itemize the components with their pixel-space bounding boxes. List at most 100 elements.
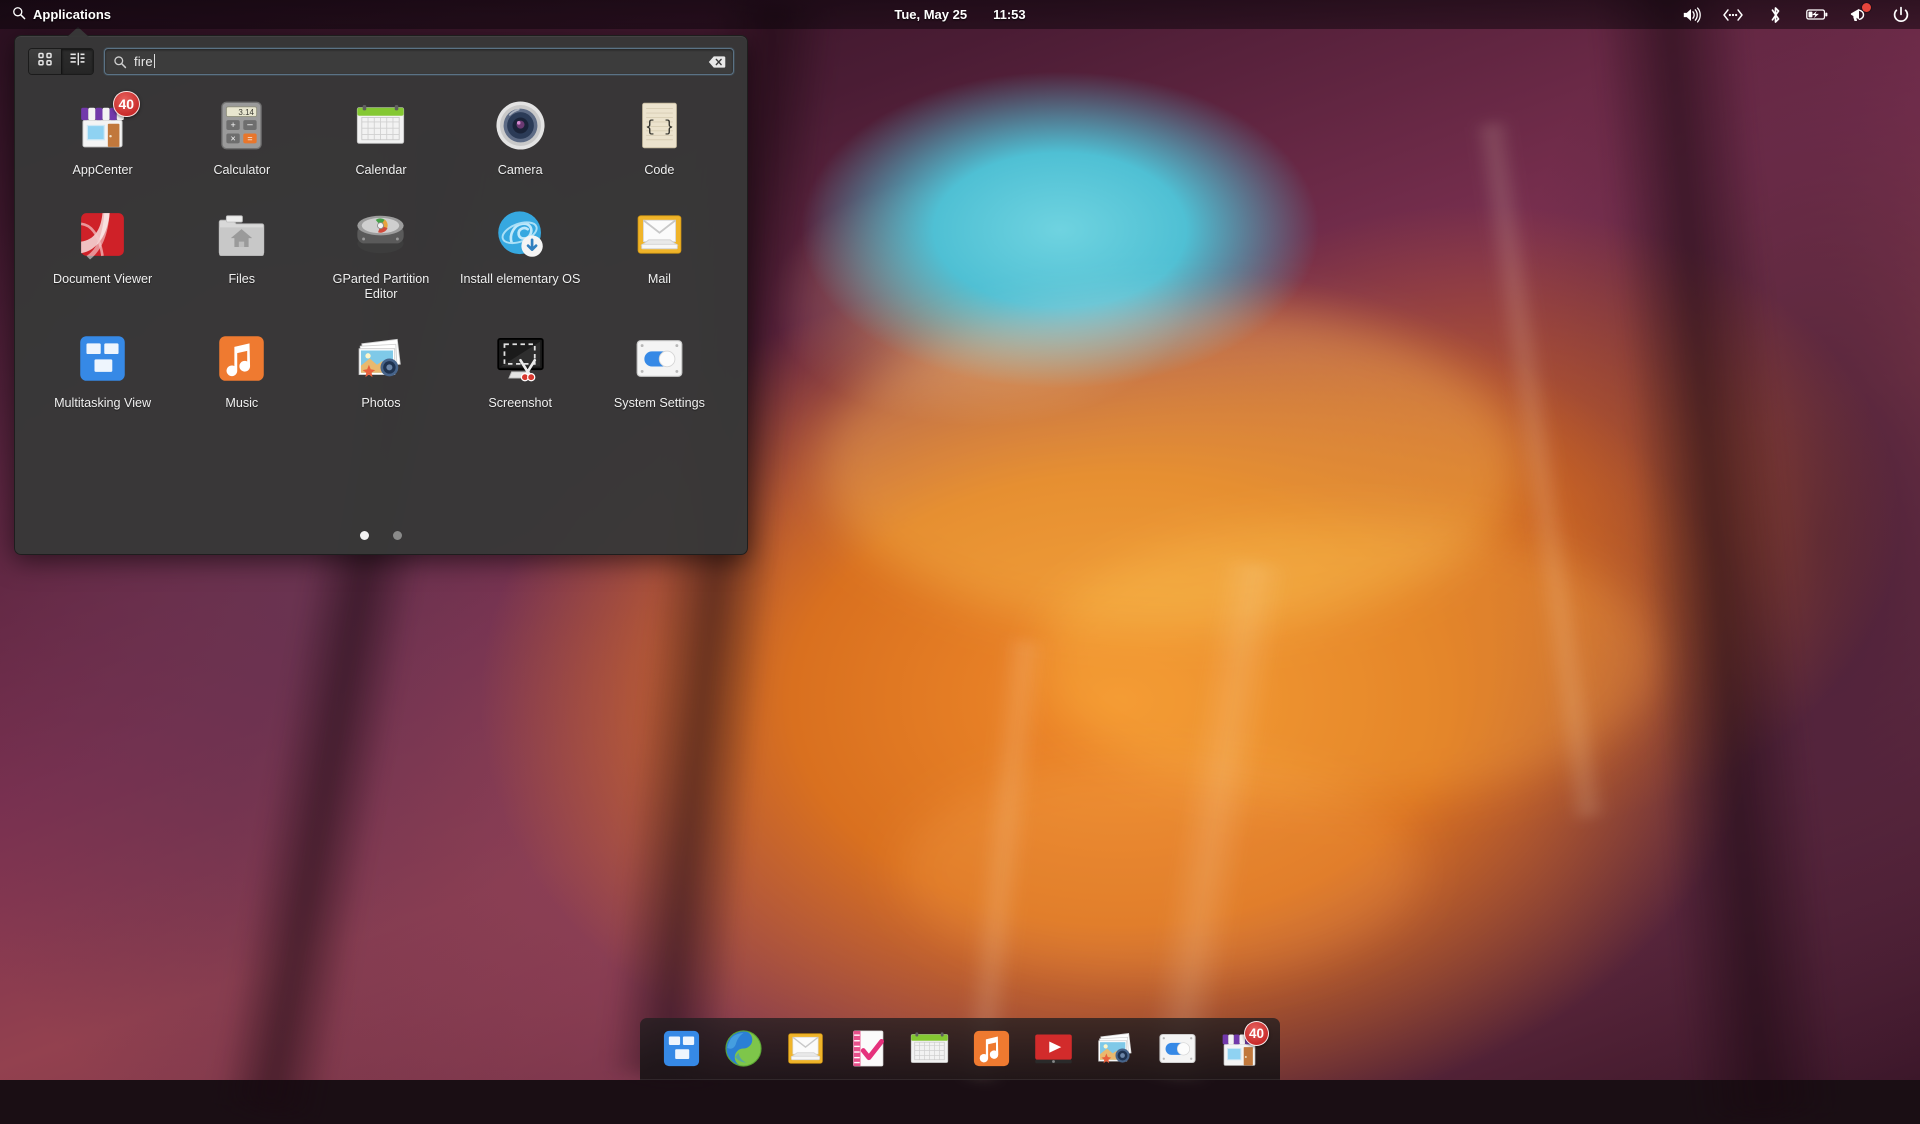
app-item-camera[interactable]: Camera	[451, 89, 590, 184]
svg-text:3.14: 3.14	[239, 108, 255, 117]
svg-text:+: +	[231, 120, 236, 130]
dock-item-appcenter[interactable]: 40	[1208, 1019, 1270, 1077]
app-label: Install elementary OS	[460, 272, 580, 287]
dock-item-videos[interactable]	[1022, 1019, 1084, 1077]
svg-text:=: =	[248, 134, 253, 144]
files-icon	[213, 206, 270, 263]
app-item-code[interactable]: { } Code	[590, 89, 729, 184]
screenshot-icon	[492, 330, 549, 387]
installer-icon	[492, 206, 549, 263]
code-icon: { }	[631, 97, 688, 154]
app-item-calendar[interactable]: Calendar	[311, 89, 450, 184]
app-update-badge: 40	[113, 91, 141, 117]
app-item-files[interactable]: Files	[172, 198, 311, 308]
search-icon	[12, 6, 26, 23]
svg-text:–: –	[248, 120, 254, 131]
search-text: fire	[134, 54, 153, 69]
app-item-multitasking-view[interactable]: Multitasking View	[33, 322, 172, 417]
dock-item-system-settings[interactable]	[1146, 1019, 1208, 1077]
svg-text:×: ×	[231, 134, 236, 144]
app-label: Files	[228, 272, 255, 287]
app-label: Photos	[361, 396, 400, 411]
app-item-screenshot[interactable]: Screenshot	[451, 322, 590, 417]
app-label: System Settings	[614, 396, 705, 411]
app-item-calculator[interactable]: 3.14 + – × = Calculator	[172, 89, 311, 184]
appcenter-icon: 40	[74, 97, 131, 154]
music-icon	[969, 1026, 1014, 1071]
document-viewer-icon	[74, 206, 131, 263]
applications-launcher: fire	[14, 35, 748, 555]
top-panel: Applications Tue, May 25 11:53	[0, 0, 1920, 29]
app-item-install-elementary-os[interactable]: Install elementary OS	[451, 198, 590, 308]
bluetooth-icon[interactable]	[1764, 4, 1786, 26]
photos-icon	[352, 330, 409, 387]
app-label: Calculator	[213, 163, 270, 178]
camera-icon	[492, 97, 549, 154]
dock-item-web[interactable]	[712, 1019, 774, 1077]
search-field[interactable]: fire	[104, 48, 734, 75]
battery-charging-icon[interactable]	[1806, 4, 1828, 26]
volume-icon[interactable]	[1680, 4, 1702, 26]
application-grid: 40 AppCenter 3.14 + – × = Calculator	[15, 75, 747, 417]
app-label: Calendar	[355, 163, 406, 178]
calendar-icon	[907, 1026, 952, 1071]
search-icon	[113, 55, 127, 69]
dock: 40	[640, 1018, 1280, 1080]
clear-entry-icon[interactable]	[708, 55, 726, 69]
launcher-toolbar: fire	[15, 36, 747, 75]
dock-item-music[interactable]	[960, 1019, 1022, 1077]
app-item-document-viewer[interactable]: Document Viewer	[33, 198, 172, 308]
multitasking-icon	[659, 1026, 704, 1071]
app-item-appcenter[interactable]: 40 AppCenter	[33, 89, 172, 184]
category-view-button[interactable]	[61, 49, 93, 74]
dock-item-photos[interactable]	[1084, 1019, 1146, 1077]
grid-view-button[interactable]	[29, 49, 61, 74]
tasks-icon	[845, 1026, 890, 1071]
photos-icon	[1093, 1026, 1138, 1071]
power-icon[interactable]	[1890, 4, 1912, 26]
videos-icon	[1031, 1026, 1076, 1071]
applications-menu-button[interactable]: Applications	[0, 0, 122, 29]
app-item-system-settings[interactable]: System Settings	[590, 322, 729, 417]
search-input-value: fire	[134, 54, 155, 69]
applications-label: Applications	[33, 7, 111, 22]
music-icon	[213, 330, 270, 387]
dock-item-tasks[interactable]	[836, 1019, 898, 1077]
settings-icon	[1155, 1026, 1200, 1071]
app-label: Mail	[648, 272, 671, 287]
multitasking-icon	[74, 330, 131, 387]
app-label: Document Viewer	[53, 272, 152, 287]
web-browser-icon	[721, 1026, 766, 1071]
mail-icon	[783, 1026, 828, 1071]
dock-item-calendar[interactable]	[898, 1019, 960, 1077]
view-mode-switcher	[28, 48, 94, 75]
text-caret	[154, 54, 155, 68]
dock-item-mail[interactable]	[774, 1019, 836, 1077]
panel-indicators	[1680, 4, 1912, 26]
app-label: Screenshot	[488, 396, 552, 411]
category-view-icon	[69, 51, 86, 72]
app-item-photos[interactable]: Photos	[311, 322, 450, 417]
app-item-music[interactable]: Music	[172, 322, 311, 417]
network-icon[interactable]	[1722, 4, 1744, 26]
app-label: Camera	[498, 163, 543, 178]
app-label: Multitasking View	[54, 396, 151, 411]
app-label: GParted Partition Editor	[320, 272, 442, 302]
wallpaper-fold	[1590, 0, 1841, 1124]
calendar-icon	[352, 97, 409, 154]
notifications-icon[interactable]	[1848, 4, 1870, 26]
app-label: AppCenter	[72, 163, 132, 178]
page-indicator	[15, 531, 747, 540]
page-dot-1[interactable]	[360, 531, 369, 540]
app-item-gparted-partition-editor[interactable]: GParted Partition Editor	[311, 198, 450, 308]
page-dot-2[interactable]	[393, 531, 402, 540]
dock-item-multitasking-view[interactable]	[650, 1019, 712, 1077]
gparted-icon	[352, 206, 409, 263]
grid-view-icon	[37, 51, 53, 72]
settings-icon	[631, 330, 688, 387]
calculator-icon: 3.14 + – × =	[213, 97, 270, 154]
panel-datetime[interactable]: Tue, May 25 11:53	[894, 7, 1025, 22]
svg-text:{ }: { }	[645, 118, 674, 136]
app-item-mail[interactable]: Mail	[590, 198, 729, 308]
app-label: Music	[225, 396, 258, 411]
